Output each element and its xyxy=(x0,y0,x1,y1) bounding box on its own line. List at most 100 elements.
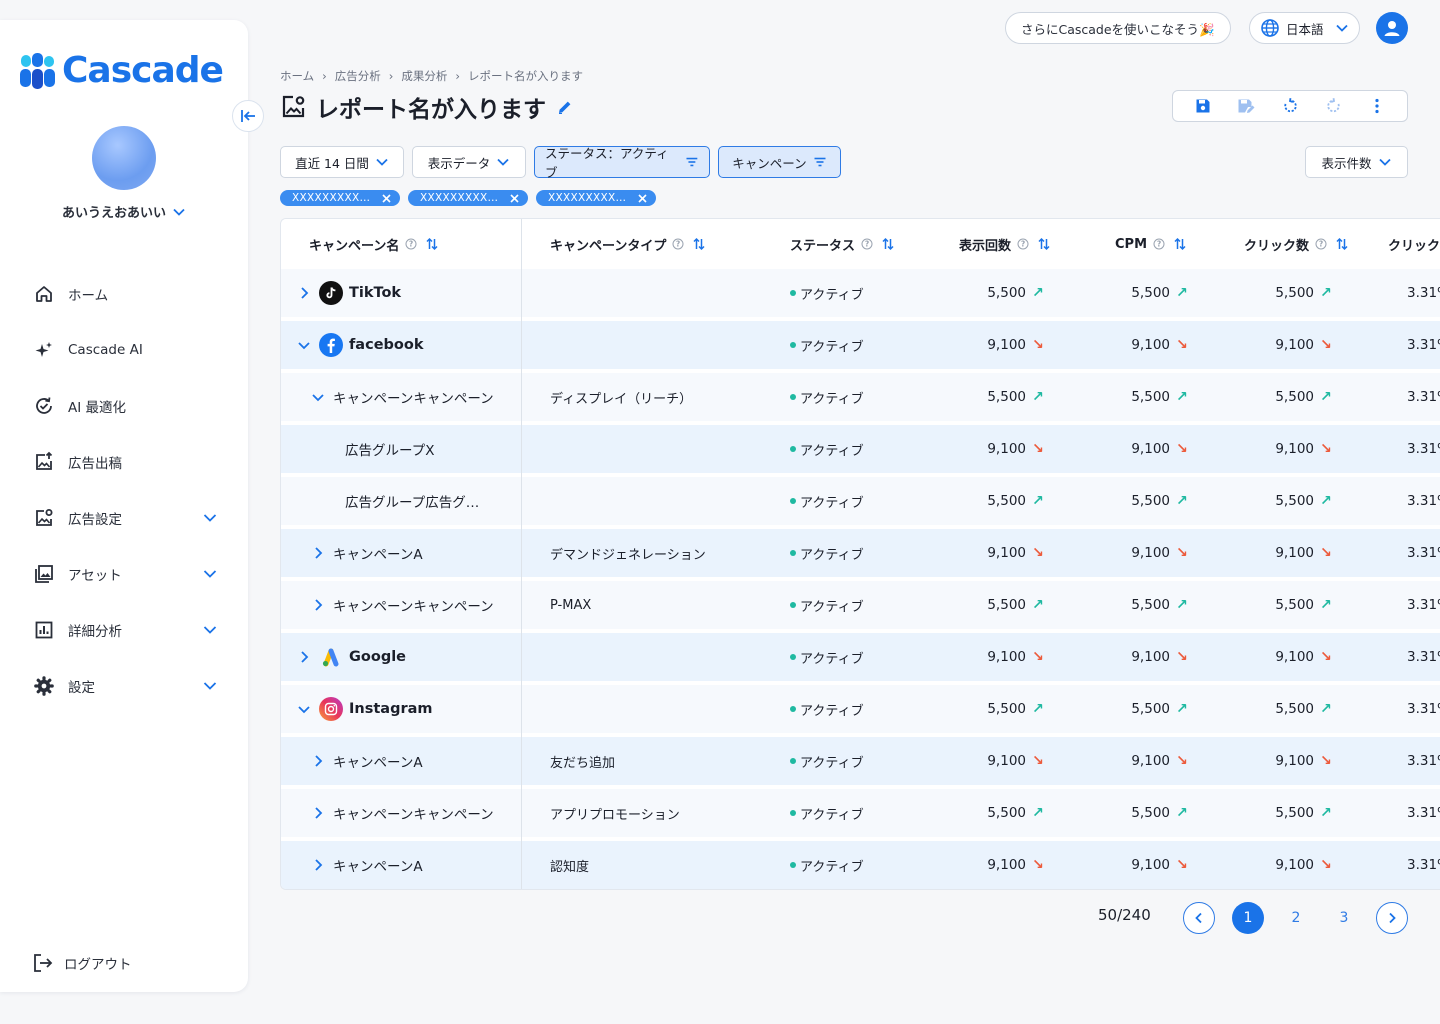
table-row[interactable]: Instagram アクティブ 5,500 ↗ 5,500 ↗ 5,500 ↗ 3.31% xyxy=(281,685,1440,733)
sidebar-item-settings[interactable]: 設定 xyxy=(0,658,248,714)
sidebar-item-home[interactable]: ホーム xyxy=(0,266,248,322)
promo-button[interactable]: さらにCascadeを使いこなそう🎉 xyxy=(1005,12,1231,44)
table-row[interactable]: Google アクティブ 9,100 ↘ 9,100 ↘ 9,100 ↘ 3.31% xyxy=(281,633,1440,681)
campaign-name[interactable]: キャンペーンキャンペーン xyxy=(333,803,494,823)
campaign-name[interactable]: キャンペーンA xyxy=(333,855,423,875)
metric-value: 9,100 xyxy=(987,857,1026,873)
chevron-right-icon[interactable] xyxy=(309,856,327,874)
chevron-right-icon[interactable] xyxy=(309,804,327,822)
sort-icon[interactable] xyxy=(692,237,706,251)
chevron-right-icon[interactable] xyxy=(309,544,327,562)
logout-button[interactable]: ログアウト xyxy=(32,952,132,974)
cascade-logo[interactable]: Cascade xyxy=(20,50,224,91)
page-number-1[interactable]: 1 xyxy=(1232,902,1264,934)
trend-up-icon: ↗ xyxy=(1176,805,1188,821)
help-icon[interactable]: ? xyxy=(405,238,417,250)
page-number-2[interactable]: 2 xyxy=(1280,902,1312,934)
save-as-button[interactable] xyxy=(1232,92,1260,120)
trend-down-icon: ↘ xyxy=(1176,857,1188,873)
campaign-name[interactable]: キャンペーンキャンペーン xyxy=(333,387,494,407)
chevron-right-icon[interactable] xyxy=(295,284,313,302)
save-icon xyxy=(1196,99,1210,113)
edit-icon[interactable] xyxy=(556,98,574,116)
trend-up-icon: ↗ xyxy=(1032,805,1044,821)
language-selector[interactable]: 日本語 xyxy=(1249,12,1360,44)
table-row[interactable]: キャンペーンA デマンドジェネレーション アクティブ 9,100 ↘ 9,100 ↘ 9,10… xyxy=(281,529,1440,577)
metric-value: 5,500 xyxy=(1131,389,1170,405)
status-filter[interactable]: ステータス：アクティブ xyxy=(534,146,710,180)
campaign-name-cell: キャンペーンキャンペーン xyxy=(309,373,494,421)
chip-close-icon[interactable] xyxy=(380,192,392,204)
breadcrumb-item[interactable]: 成果分析 xyxy=(401,68,447,84)
ad-settings-icon xyxy=(32,506,56,530)
table-row[interactable]: キャンペーンA 認知度 アクティブ 9,100 ↘ 9,100 ↘ 9,100 ↘ 3.31% xyxy=(281,841,1440,889)
sort-icon[interactable] xyxy=(425,237,439,251)
table-row[interactable]: キャンペーンキャンペーン ディスプレイ（リーチ） アクティブ 5,500 ↗ 5,500 ↗… xyxy=(281,373,1440,421)
svg-text:?: ? xyxy=(865,240,869,249)
chip-close-icon[interactable] xyxy=(636,192,648,204)
chevron-down-icon[interactable] xyxy=(295,336,313,354)
table-row[interactable]: 広告グループ広告グ… アクティブ 5,500 ↗ 5,500 ↗ 5,500 ↗ 3.31% xyxy=(281,477,1440,525)
sidebar-item-cascade-ai[interactable]: Cascade AI xyxy=(0,322,248,378)
table-row[interactable]: キャンペーンキャンペーン P-MAX アクティブ 5,500 ↗ 5,500 ↗ 5,500 ↗… xyxy=(281,581,1440,629)
undo-button[interactable] xyxy=(1276,92,1304,120)
breadcrumb-item[interactable]: ホーム xyxy=(280,68,314,84)
user-menu[interactable]: あいうえおあいい xyxy=(0,202,248,221)
sort-icon[interactable] xyxy=(1173,237,1187,251)
next-page-button[interactable] xyxy=(1376,902,1408,934)
sidebar-item-label: 詳細分析 xyxy=(68,624,122,640)
chevron-down-icon xyxy=(203,570,217,578)
sidebar-item-assets[interactable]: アセット xyxy=(0,546,248,602)
campaign-name[interactable]: キャンペーンキャンペーン xyxy=(333,595,494,615)
table-row[interactable]: facebook アクティブ 9,100 ↘ 9,100 ↘ 9,100 ↘ 3.31% xyxy=(281,321,1440,369)
collapse-sidebar-button[interactable] xyxy=(232,100,264,132)
sidebar-item-label: ホーム xyxy=(68,288,109,304)
column-header-clicks: クリック数 ? xyxy=(1244,219,1349,269)
campaign-name[interactable]: キャンペーンA xyxy=(333,751,423,771)
table-row[interactable]: キャンペーンA 友だち追加 アクティブ 9,100 ↘ 9,100 ↘ 9,100 ↘ 3.31% xyxy=(281,737,1440,785)
help-icon[interactable]: ? xyxy=(861,238,873,250)
help-icon[interactable]: ? xyxy=(1017,238,1029,250)
page-size-selector[interactable]: 表示件数 xyxy=(1305,146,1408,178)
period-filter[interactable]: 直近 14 日間 xyxy=(280,146,404,178)
campaign-name[interactable]: 広告グループX xyxy=(345,439,434,459)
svg-text:?: ? xyxy=(676,240,680,249)
sidebar-item-ad-publish[interactable]: 広告出稿 xyxy=(0,434,248,490)
chevron-right-icon[interactable] xyxy=(309,596,327,614)
sort-icon[interactable] xyxy=(1037,237,1051,251)
help-icon[interactable]: ? xyxy=(1153,238,1165,250)
display-data-filter[interactable]: 表示データ xyxy=(412,146,526,178)
sort-icon[interactable] xyxy=(1335,237,1349,251)
help-icon[interactable]: ? xyxy=(672,238,684,250)
campaign-filter[interactable]: キャンペーン xyxy=(718,146,841,178)
prev-page-button[interactable] xyxy=(1183,902,1215,934)
impressions-value: 9,100 ↘ xyxy=(987,841,1044,889)
sidebar-item-ad-settings[interactable]: 広告設定 xyxy=(0,490,248,546)
campaign-name[interactable]: キャンペーンA xyxy=(333,543,423,563)
breadcrumb-item[interactable]: 広告分析 xyxy=(335,68,381,84)
sidebar-item-detailed-analysis[interactable]: 詳細分析 xyxy=(0,602,248,658)
chevron-down-icon[interactable] xyxy=(295,700,313,718)
status-dot-icon xyxy=(790,290,796,296)
chevron-right-icon[interactable] xyxy=(295,648,313,666)
sort-icon[interactable] xyxy=(881,237,895,251)
help-icon[interactable]: ? xyxy=(1315,238,1327,250)
campaign-name[interactable]: 広告グループ広告グ… xyxy=(345,491,479,511)
svg-text:?: ? xyxy=(1319,240,1323,249)
more-options-button[interactable] xyxy=(1363,92,1391,120)
chevron-down-icon[interactable] xyxy=(309,388,327,406)
account-avatar-button[interactable] xyxy=(1376,12,1408,44)
redo-button[interactable] xyxy=(1320,92,1348,120)
report-title: レポート名が入ります xyxy=(316,97,546,123)
campaign-name-cell: キャンペーンキャンペーン xyxy=(309,789,494,837)
table-row[interactable]: 広告グループX アクティブ 9,100 ↘ 9,100 ↘ 9,100 ↘ 3.31% xyxy=(281,425,1440,473)
chevron-right-icon[interactable] xyxy=(309,752,327,770)
table-row[interactable]: キャンペーンキャンペーン アプリプロモーション アクティブ 5,500 ↗ 5,500 ↗ 5… xyxy=(281,789,1440,837)
clicks-value: 9,100 ↘ xyxy=(1275,841,1332,889)
save-button[interactable] xyxy=(1189,92,1217,120)
impressions-value: 9,100 ↘ xyxy=(987,633,1044,681)
table-row[interactable]: TikTok アクティブ 5,500 ↗ 5,500 ↗ 5,500 ↗ 3.31% xyxy=(281,269,1440,317)
chip-close-icon[interactable] xyxy=(508,192,520,204)
page-number-3[interactable]: 3 xyxy=(1328,902,1360,934)
sidebar-item-ai-optimization[interactable]: AI 最適化 xyxy=(0,378,248,434)
